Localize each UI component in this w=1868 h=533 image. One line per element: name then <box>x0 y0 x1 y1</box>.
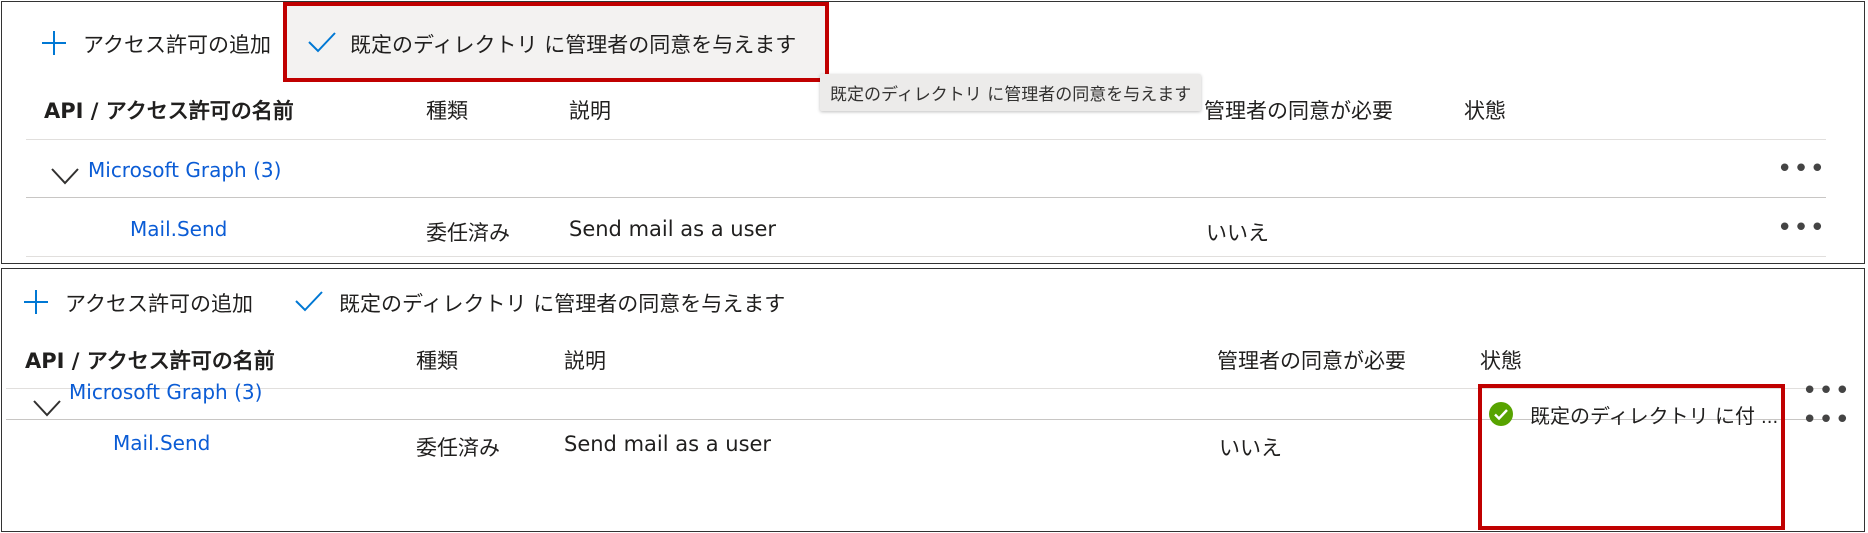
group-microsoft-graph[interactable]: Microsoft Graph (3) <box>88 158 281 182</box>
group-microsoft-graph[interactable]: Microsoft Graph (3) <box>69 380 262 404</box>
checkmark-icon[interactable] <box>307 30 337 54</box>
divider <box>26 197 1826 198</box>
cell-description: Send mail as a user <box>564 432 772 456</box>
cell-admin-consent: いいえ <box>1206 221 1269 245</box>
checkmark-icon[interactable] <box>294 289 324 313</box>
header-type: 種類 <box>416 349 458 373</box>
header-status: 状態 <box>1480 349 1522 373</box>
grant-admin-consent-button[interactable]: 既定のディレクトリ に管理者の同意を与えます <box>350 29 796 59</box>
status-truncation: ... <box>1761 407 1779 428</box>
header-api-name: API / アクセス許可の名前 <box>25 349 275 373</box>
header-type: 種類 <box>426 99 468 123</box>
plus-icon[interactable] <box>40 29 68 57</box>
cell-admin-consent: いいえ <box>1219 436 1282 460</box>
header-description: 説明 <box>564 349 606 373</box>
divider <box>26 256 1826 257</box>
cell-type: 委任済み <box>416 436 500 460</box>
panel-before: アクセス許可の追加 既定のディレクトリ に管理者の同意を与えます API / ア… <box>1 1 1865 264</box>
cell-status: 既定のディレクトリ に付 <box>1530 404 1755 428</box>
check-circle-icon <box>1488 401 1514 427</box>
more-icon[interactable]: ••• <box>1777 156 1826 182</box>
more-icon[interactable]: ••• <box>1777 215 1826 241</box>
divider <box>26 139 1826 140</box>
header-admin-consent: 管理者の同意が必要 <box>1217 349 1406 373</box>
cell-description: Send mail as a user <box>569 217 777 241</box>
header-status: 状態 <box>1464 99 1506 123</box>
header-admin-consent: 管理者の同意が必要 <box>1204 99 1393 123</box>
chevron-down-icon[interactable] <box>32 389 62 417</box>
header-description: 説明 <box>569 99 611 123</box>
more-icon[interactable]: ••• <box>1802 407 1851 433</box>
add-permission-button[interactable]: アクセス許可の追加 <box>83 29 271 59</box>
plus-icon[interactable] <box>22 288 50 316</box>
tooltip: 既定のディレクトリ に管理者の同意を与えます <box>820 74 1202 111</box>
permission-name-link[interactable]: Mail.Send <box>130 217 227 241</box>
cell-type: 委任済み <box>426 221 510 245</box>
grant-admin-consent-button[interactable]: 既定のディレクトリ に管理者の同意を与えます <box>339 288 785 318</box>
chevron-down-icon[interactable] <box>50 167 80 185</box>
more-icon[interactable]: ••• <box>1802 378 1851 404</box>
add-permission-button[interactable]: アクセス許可の追加 <box>65 288 253 318</box>
panel-after: アクセス許可の追加 既定のディレクトリ に管理者の同意を与えます API / ア… <box>1 268 1865 532</box>
header-api-name: API / アクセス許可の名前 <box>44 99 294 123</box>
permission-name-link[interactable]: Mail.Send <box>113 431 210 455</box>
